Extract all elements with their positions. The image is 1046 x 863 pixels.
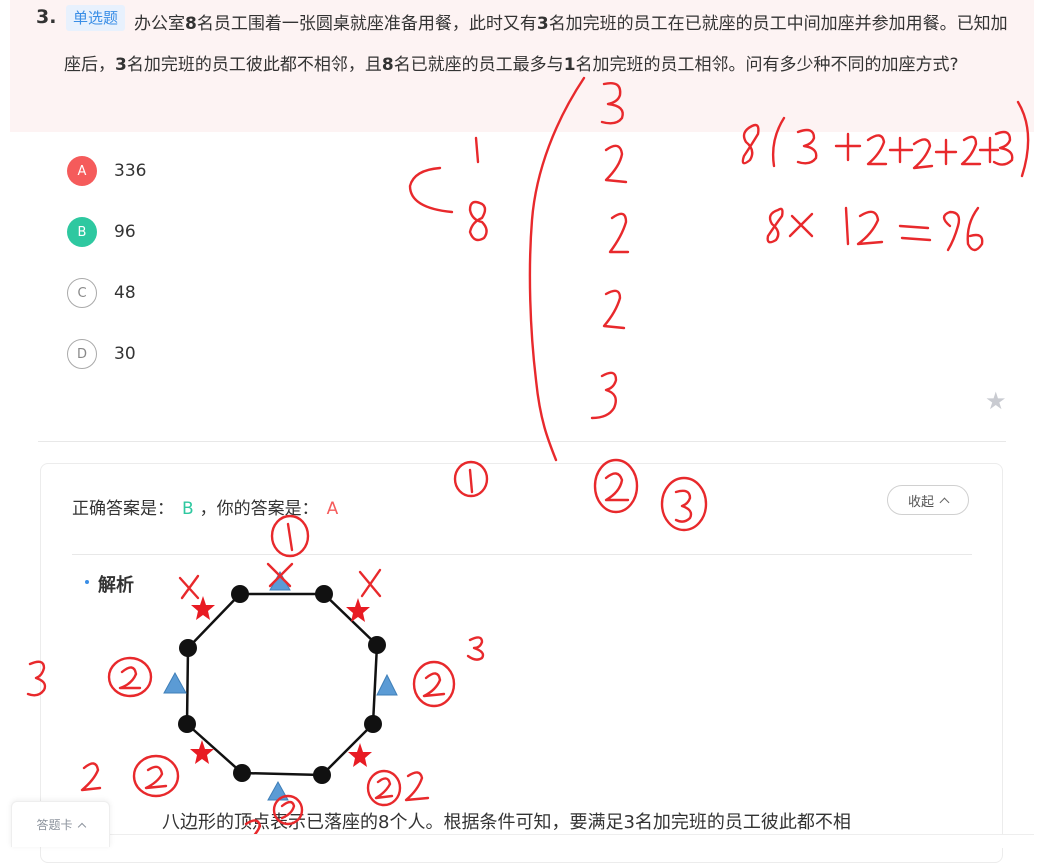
ink-digit-2 xyxy=(604,144,628,184)
question-stem: 办公室8名员工围着一张圆桌就座准备用餐，此时又有3名加完班的员工在已就座的员工中… xyxy=(64,4,1010,86)
ink-digit-3 xyxy=(992,130,1014,166)
option-text: 48 xyxy=(114,283,136,303)
collapse-label: 收起 xyxy=(907,494,934,510)
ink-digit-9 xyxy=(942,210,961,252)
ink-digit-8 xyxy=(468,200,488,242)
section-divider xyxy=(38,441,1006,442)
option-text: 336 xyxy=(114,161,147,181)
ink-digit-8 xyxy=(766,207,784,244)
answer-sheet-label: 答题卡 xyxy=(36,818,73,832)
option-letter-badge: B xyxy=(67,217,97,247)
stem-number: 8 xyxy=(185,14,197,34)
user-answer-value: A xyxy=(326,499,339,519)
question-number: 3. xyxy=(36,6,57,28)
question-header: 3. 单选题 办公室8名员工围着一张圆桌就座准备用餐，此时又有3名加完班的员工在… xyxy=(10,0,1034,132)
option-b[interactable]: B 96 xyxy=(67,215,136,249)
chevron-up-icon xyxy=(939,497,950,507)
stem-segment: 名员工围着一张圆桌就座准备用餐，此时又有 xyxy=(196,14,537,34)
ink-digit-3 xyxy=(796,128,818,165)
ink-digit-2 xyxy=(866,134,888,166)
answer-summary: 正确答案是： B ，你的答案是： A xyxy=(72,494,338,519)
ink-digit-2 xyxy=(856,210,884,246)
ink-plus xyxy=(978,136,1000,164)
collapse-button[interactable]: 收起 xyxy=(887,485,969,515)
answer-card xyxy=(40,463,1003,863)
option-d[interactable]: D 30 xyxy=(67,337,136,371)
stem-number: 8 xyxy=(381,55,394,75)
answer-sheet-button[interactable]: 答题卡 xyxy=(11,801,110,847)
answer-divider xyxy=(72,554,972,555)
ink-digit-2 xyxy=(602,289,626,330)
ink-times xyxy=(788,212,814,238)
ink-digit-2 xyxy=(912,138,934,170)
option-c[interactable]: C 48 xyxy=(67,276,136,310)
ink-digit-1 xyxy=(844,206,850,246)
bottom-bar xyxy=(110,834,1034,848)
stem-segment: 名加完班的员工相邻。问有多少种不同的加座方式? xyxy=(575,55,959,75)
ink-digit-6 xyxy=(966,206,984,252)
ink-plus xyxy=(888,136,914,164)
stem-segment: 名加完班的员工彼此都不相邻，且 xyxy=(126,55,382,75)
ink-bracket xyxy=(528,76,586,462)
option-letter-badge: C xyxy=(67,278,97,308)
correct-answer-value: B xyxy=(182,499,194,519)
ink-digit-3 xyxy=(590,371,618,420)
analysis-text: 八边形的顶点表示已落座的8个人。根据条件可知，要满足3名加完班的员工彼此都不相 xyxy=(162,812,851,833)
ink-digit-1 xyxy=(474,136,480,164)
stem-number: 1 xyxy=(563,55,576,75)
ink-digit-2 xyxy=(608,212,630,254)
analysis-title: 解析 xyxy=(98,575,134,596)
stem-segment: 办公室 xyxy=(134,14,185,34)
option-letter-badge: A xyxy=(67,156,97,186)
stem-number: 3 xyxy=(115,55,127,75)
ink-digit-2 xyxy=(960,135,982,166)
ink-plus xyxy=(934,138,958,166)
stem-number: 3 xyxy=(536,14,549,34)
stem-segment: 名已就座的员工最多与 xyxy=(393,55,564,75)
option-a[interactable]: A 336 xyxy=(67,154,146,188)
option-text: 96 xyxy=(114,222,136,242)
chevron-up-icon xyxy=(77,822,86,831)
ink-equals xyxy=(898,224,932,242)
ink-arc xyxy=(408,166,454,214)
correct-answer-label: 正确答案是： xyxy=(72,499,174,519)
user-answer-label: ，你的答案是： xyxy=(199,499,319,519)
ink-plus xyxy=(834,132,862,162)
bullet-dot xyxy=(85,580,89,584)
star-icon[interactable]: ★ xyxy=(985,389,1007,413)
option-letter-badge: D xyxy=(67,339,97,369)
option-text: 30 xyxy=(114,344,136,364)
